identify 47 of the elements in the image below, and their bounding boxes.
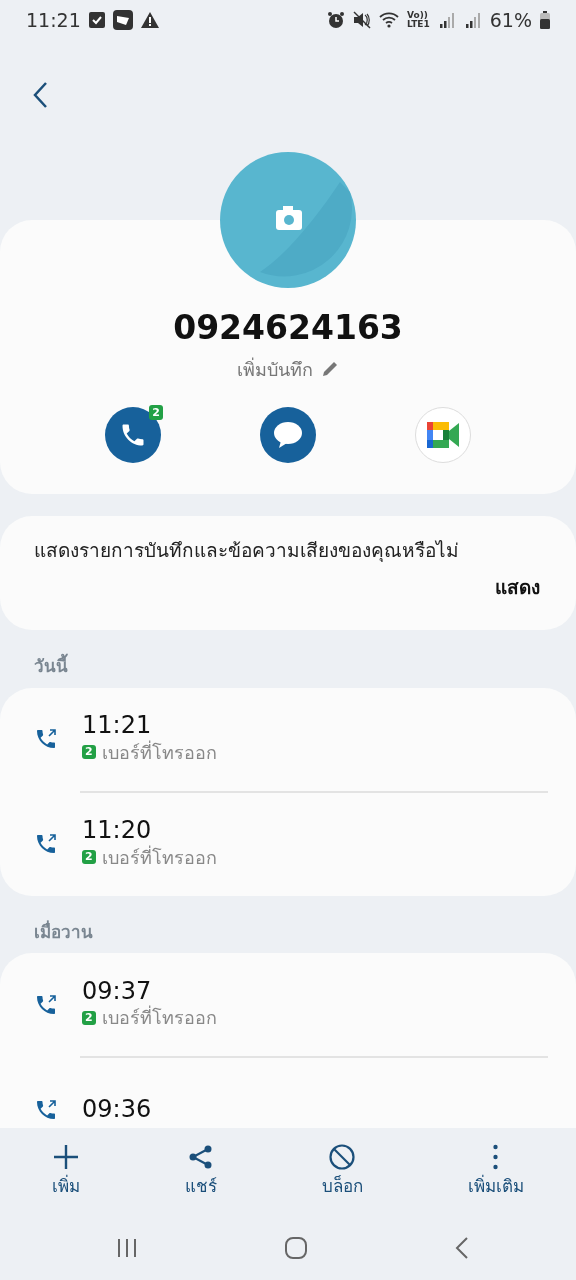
add-note-link[interactable]: เพิ่มบันทึก (237, 355, 313, 383)
call-time: 09:37 (82, 977, 153, 1005)
call-time: 11:21 (82, 712, 153, 739)
outgoing-call-icon (34, 1097, 58, 1122)
back-icon (454, 1236, 470, 1260)
pencil-icon (321, 360, 339, 379)
sim-badge: 2 (82, 850, 96, 865)
recent-apps-icon (116, 1237, 138, 1259)
home-icon (284, 1236, 308, 1260)
mute-icon (352, 11, 371, 29)
wifi-icon (378, 12, 399, 28)
phone-number: 0924624163 (173, 308, 403, 348)
alarm-icon (326, 11, 345, 29)
sim-badge: 2 (82, 1010, 96, 1025)
outgoing-call-icon (34, 727, 58, 751)
network-label: Vo)) (406, 11, 428, 20)
signal-icon (437, 12, 456, 28)
show-button[interactable]: แสดง (495, 572, 540, 601)
sim-badge: 2 (149, 404, 163, 420)
network-label: LTE1 (406, 20, 430, 29)
chat-bubble-icon (273, 420, 303, 449)
prompt-text: แสดงรายการบันทึกและข้อความเสียงของคุณหรือไม่ (34, 538, 460, 564)
signal-icon (463, 12, 482, 28)
call-type: เบอร์ที่โทรออก (101, 844, 217, 870)
plus-icon (53, 1144, 80, 1171)
battery-icon (540, 11, 550, 29)
status-time: 11:21 (26, 7, 81, 33)
call-time: 11:20 (82, 817, 153, 844)
more-icon (493, 1144, 499, 1171)
battery-percent: 61% (489, 7, 532, 33)
sim-badge: 2 (82, 745, 96, 760)
app-icon (112, 10, 133, 30)
call-type: เบอร์ที่โทรออก (101, 739, 217, 765)
block-button[interactable]: บล็อก (309, 1140, 375, 1204)
section-label: เมื่อวาน (33, 919, 94, 944)
video-camera-icon (427, 421, 459, 448)
share-button[interactable]: แชร์ (173, 1140, 230, 1204)
call-type: เบอร์ที่โทรออก (101, 1004, 217, 1031)
outgoing-call-icon (34, 992, 58, 1017)
outgoing-call-icon (34, 832, 58, 856)
section-label: วันนี้ (0, 630, 576, 688)
more-button[interactable]: เพิ่มเติม (455, 1140, 536, 1204)
call-time: 09:36 (82, 1096, 152, 1123)
add-button[interactable]: เพิ่ม (40, 1140, 93, 1204)
block-icon (329, 1144, 356, 1171)
checkbox-icon (88, 12, 105, 28)
warning-icon (140, 12, 159, 28)
